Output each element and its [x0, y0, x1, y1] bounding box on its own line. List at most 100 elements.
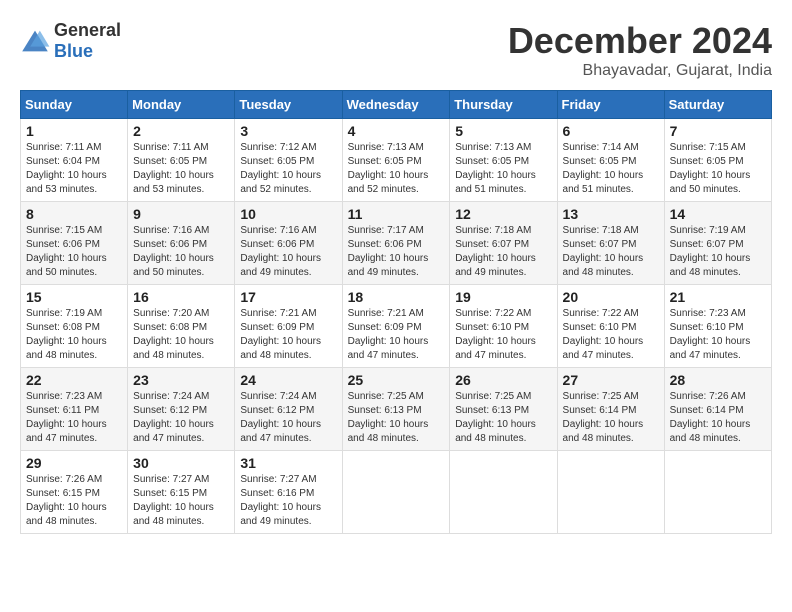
calendar-cell: 30 Sunrise: 7:27 AM Sunset: 6:15 PM Dayli… [128, 451, 235, 534]
calendar-cell: 21 Sunrise: 7:23 AM Sunset: 6:10 PM Dayli… [664, 285, 771, 368]
day-info: Sunrise: 7:16 AM Sunset: 6:06 PM Dayligh… [240, 224, 336, 280]
calendar-cell: 2Sunrise: 7:11 AM Sunset: 6:05 PM Daylig… [128, 119, 235, 202]
calendar-week-row: 22 Sunrise: 7:23 AM Sunset: 6:11 PM Dayli… [21, 368, 772, 451]
title-section: December 2024 Bhayavadar, Gujarat, India [508, 20, 772, 80]
weekday-header-monday: Monday [128, 91, 235, 119]
day-number: 3 [240, 123, 336, 139]
calendar-cell: 14 Sunrise: 7:19 AM Sunset: 6:07 PM Dayli… [664, 202, 771, 285]
calendar-week-row: 8Sunrise: 7:15 AM Sunset: 6:06 PM Daylig… [21, 202, 772, 285]
calendar-cell [557, 451, 664, 534]
calendar-cell: 15 Sunrise: 7:19 AM Sunset: 6:08 PM Dayli… [21, 285, 128, 368]
calendar-cell: 3 Sunrise: 7:12 AM Sunset: 6:05 PM Daylig… [235, 119, 342, 202]
calendar-cell: 16 Sunrise: 7:20 AM Sunset: 6:08 PM Dayli… [128, 285, 235, 368]
day-info: Sunrise: 7:18 AM Sunset: 6:07 PM Dayligh… [563, 224, 659, 280]
month-title: December 2024 [508, 20, 772, 62]
weekday-header-row: SundayMondayTuesdayWednesdayThursdayFrid… [21, 91, 772, 119]
day-info: Sunrise: 7:27 AM Sunset: 6:15 PM Dayligh… [133, 473, 229, 529]
calendar-cell [342, 451, 450, 534]
day-number: 20 [563, 289, 659, 305]
day-number: 25 [348, 372, 445, 388]
day-info: Sunrise: 7:19 AM Sunset: 6:08 PM Dayligh… [26, 307, 122, 363]
day-number: 5 [455, 123, 551, 139]
calendar-cell: 18 Sunrise: 7:21 AM Sunset: 6:09 PM Dayli… [342, 285, 450, 368]
day-number: 12 [455, 206, 551, 222]
day-info: Sunrise: 7:25 AM Sunset: 6:14 PM Dayligh… [563, 390, 659, 446]
day-number: 14 [670, 206, 766, 222]
day-number: 16 [133, 289, 229, 305]
calendar-week-row: 1 Sunrise: 7:11 AM Sunset: 6:04 PM Daylig… [21, 119, 772, 202]
calendar-cell: 25Sunrise: 7:25 AM Sunset: 6:13 PM Dayli… [342, 368, 450, 451]
calendar-cell: 4Sunrise: 7:13 AM Sunset: 6:05 PM Daylig… [342, 119, 450, 202]
calendar-cell: 6Sunrise: 7:14 AM Sunset: 6:05 PM Daylig… [557, 119, 664, 202]
day-info: Sunrise: 7:11 AM Sunset: 6:04 PM Dayligh… [26, 141, 122, 197]
weekday-header-tuesday: Tuesday [235, 91, 342, 119]
calendar-cell: 19Sunrise: 7:22 AM Sunset: 6:10 PM Dayli… [450, 285, 557, 368]
calendar-cell: 10Sunrise: 7:16 AM Sunset: 6:06 PM Dayli… [235, 202, 342, 285]
day-info: Sunrise: 7:26 AM Sunset: 6:15 PM Dayligh… [26, 473, 122, 529]
day-number: 4 [348, 123, 445, 139]
day-number: 11 [348, 206, 445, 222]
day-number: 30 [133, 455, 229, 471]
calendar-cell: 13 Sunrise: 7:18 AM Sunset: 6:07 PM Dayli… [557, 202, 664, 285]
day-info: Sunrise: 7:22 AM Sunset: 6:10 PM Dayligh… [455, 307, 551, 363]
day-info: Sunrise: 7:21 AM Sunset: 6:09 PM Dayligh… [348, 307, 445, 363]
day-info: Sunrise: 7:20 AM Sunset: 6:08 PM Dayligh… [133, 307, 229, 363]
logo-icon [20, 29, 50, 53]
calendar-cell: 22 Sunrise: 7:23 AM Sunset: 6:11 PM Dayli… [21, 368, 128, 451]
calendar-cell: 7 Sunrise: 7:15 AM Sunset: 6:05 PM Daylig… [664, 119, 771, 202]
header: General Blue December 2024 Bhayavadar, G… [20, 20, 772, 80]
calendar-cell: 20 Sunrise: 7:22 AM Sunset: 6:10 PM Dayli… [557, 285, 664, 368]
day-info: Sunrise: 7:27 AM Sunset: 6:16 PM Dayligh… [240, 473, 336, 529]
day-number: 15 [26, 289, 122, 305]
day-number: 22 [26, 372, 122, 388]
calendar-cell: 23Sunrise: 7:24 AM Sunset: 6:12 PM Dayli… [128, 368, 235, 451]
calendar-cell: 1 Sunrise: 7:11 AM Sunset: 6:04 PM Daylig… [21, 119, 128, 202]
weekday-header-wednesday: Wednesday [342, 91, 450, 119]
day-info: Sunrise: 7:19 AM Sunset: 6:07 PM Dayligh… [670, 224, 766, 280]
day-info: Sunrise: 7:15 AM Sunset: 6:05 PM Dayligh… [670, 141, 766, 197]
calendar-cell: 26 Sunrise: 7:25 AM Sunset: 6:13 PM Dayli… [450, 368, 557, 451]
day-info: Sunrise: 7:17 AM Sunset: 6:06 PM Dayligh… [348, 224, 445, 280]
day-number: 31 [240, 455, 336, 471]
day-info: Sunrise: 7:21 AM Sunset: 6:09 PM Dayligh… [240, 307, 336, 363]
day-info: Sunrise: 7:12 AM Sunset: 6:05 PM Dayligh… [240, 141, 336, 197]
day-info: Sunrise: 7:22 AM Sunset: 6:10 PM Dayligh… [563, 307, 659, 363]
weekday-header-friday: Friday [557, 91, 664, 119]
calendar-week-row: 15 Sunrise: 7:19 AM Sunset: 6:08 PM Dayli… [21, 285, 772, 368]
day-number: 24 [240, 372, 336, 388]
day-info: Sunrise: 7:24 AM Sunset: 6:12 PM Dayligh… [133, 390, 229, 446]
weekday-header-sunday: Sunday [21, 91, 128, 119]
day-number: 6 [563, 123, 659, 139]
day-number: 27 [563, 372, 659, 388]
day-number: 1 [26, 123, 122, 139]
day-number: 18 [348, 289, 445, 305]
day-info: Sunrise: 7:16 AM Sunset: 6:06 PM Dayligh… [133, 224, 229, 280]
day-number: 28 [670, 372, 766, 388]
day-info: Sunrise: 7:25 AM Sunset: 6:13 PM Dayligh… [455, 390, 551, 446]
calendar-cell: 17 Sunrise: 7:21 AM Sunset: 6:09 PM Dayli… [235, 285, 342, 368]
calendar-cell: 29Sunrise: 7:26 AM Sunset: 6:15 PM Dayli… [21, 451, 128, 534]
logo-blue: Blue [54, 41, 93, 61]
weekday-header-saturday: Saturday [664, 91, 771, 119]
day-number: 13 [563, 206, 659, 222]
calendar-week-row: 29Sunrise: 7:26 AM Sunset: 6:15 PM Dayli… [21, 451, 772, 534]
calendar-table: SundayMondayTuesdayWednesdayThursdayFrid… [20, 90, 772, 534]
day-number: 7 [670, 123, 766, 139]
logo-text: General Blue [54, 20, 121, 62]
day-number: 21 [670, 289, 766, 305]
day-info: Sunrise: 7:23 AM Sunset: 6:10 PM Dayligh… [670, 307, 766, 363]
day-info: Sunrise: 7:26 AM Sunset: 6:14 PM Dayligh… [670, 390, 766, 446]
weekday-header-thursday: Thursday [450, 91, 557, 119]
calendar-cell: 24Sunrise: 7:24 AM Sunset: 6:12 PM Dayli… [235, 368, 342, 451]
calendar-cell: 11 Sunrise: 7:17 AM Sunset: 6:06 PM Dayli… [342, 202, 450, 285]
day-info: Sunrise: 7:15 AM Sunset: 6:06 PM Dayligh… [26, 224, 122, 280]
calendar-cell: 8Sunrise: 7:15 AM Sunset: 6:06 PM Daylig… [21, 202, 128, 285]
logo: General Blue [20, 20, 121, 62]
day-number: 26 [455, 372, 551, 388]
calendar-cell [664, 451, 771, 534]
day-info: Sunrise: 7:23 AM Sunset: 6:11 PM Dayligh… [26, 390, 122, 446]
day-number: 17 [240, 289, 336, 305]
calendar-cell [450, 451, 557, 534]
calendar-cell: 9Sunrise: 7:16 AM Sunset: 6:06 PM Daylig… [128, 202, 235, 285]
calendar-cell: 31 Sunrise: 7:27 AM Sunset: 6:16 PM Dayli… [235, 451, 342, 534]
